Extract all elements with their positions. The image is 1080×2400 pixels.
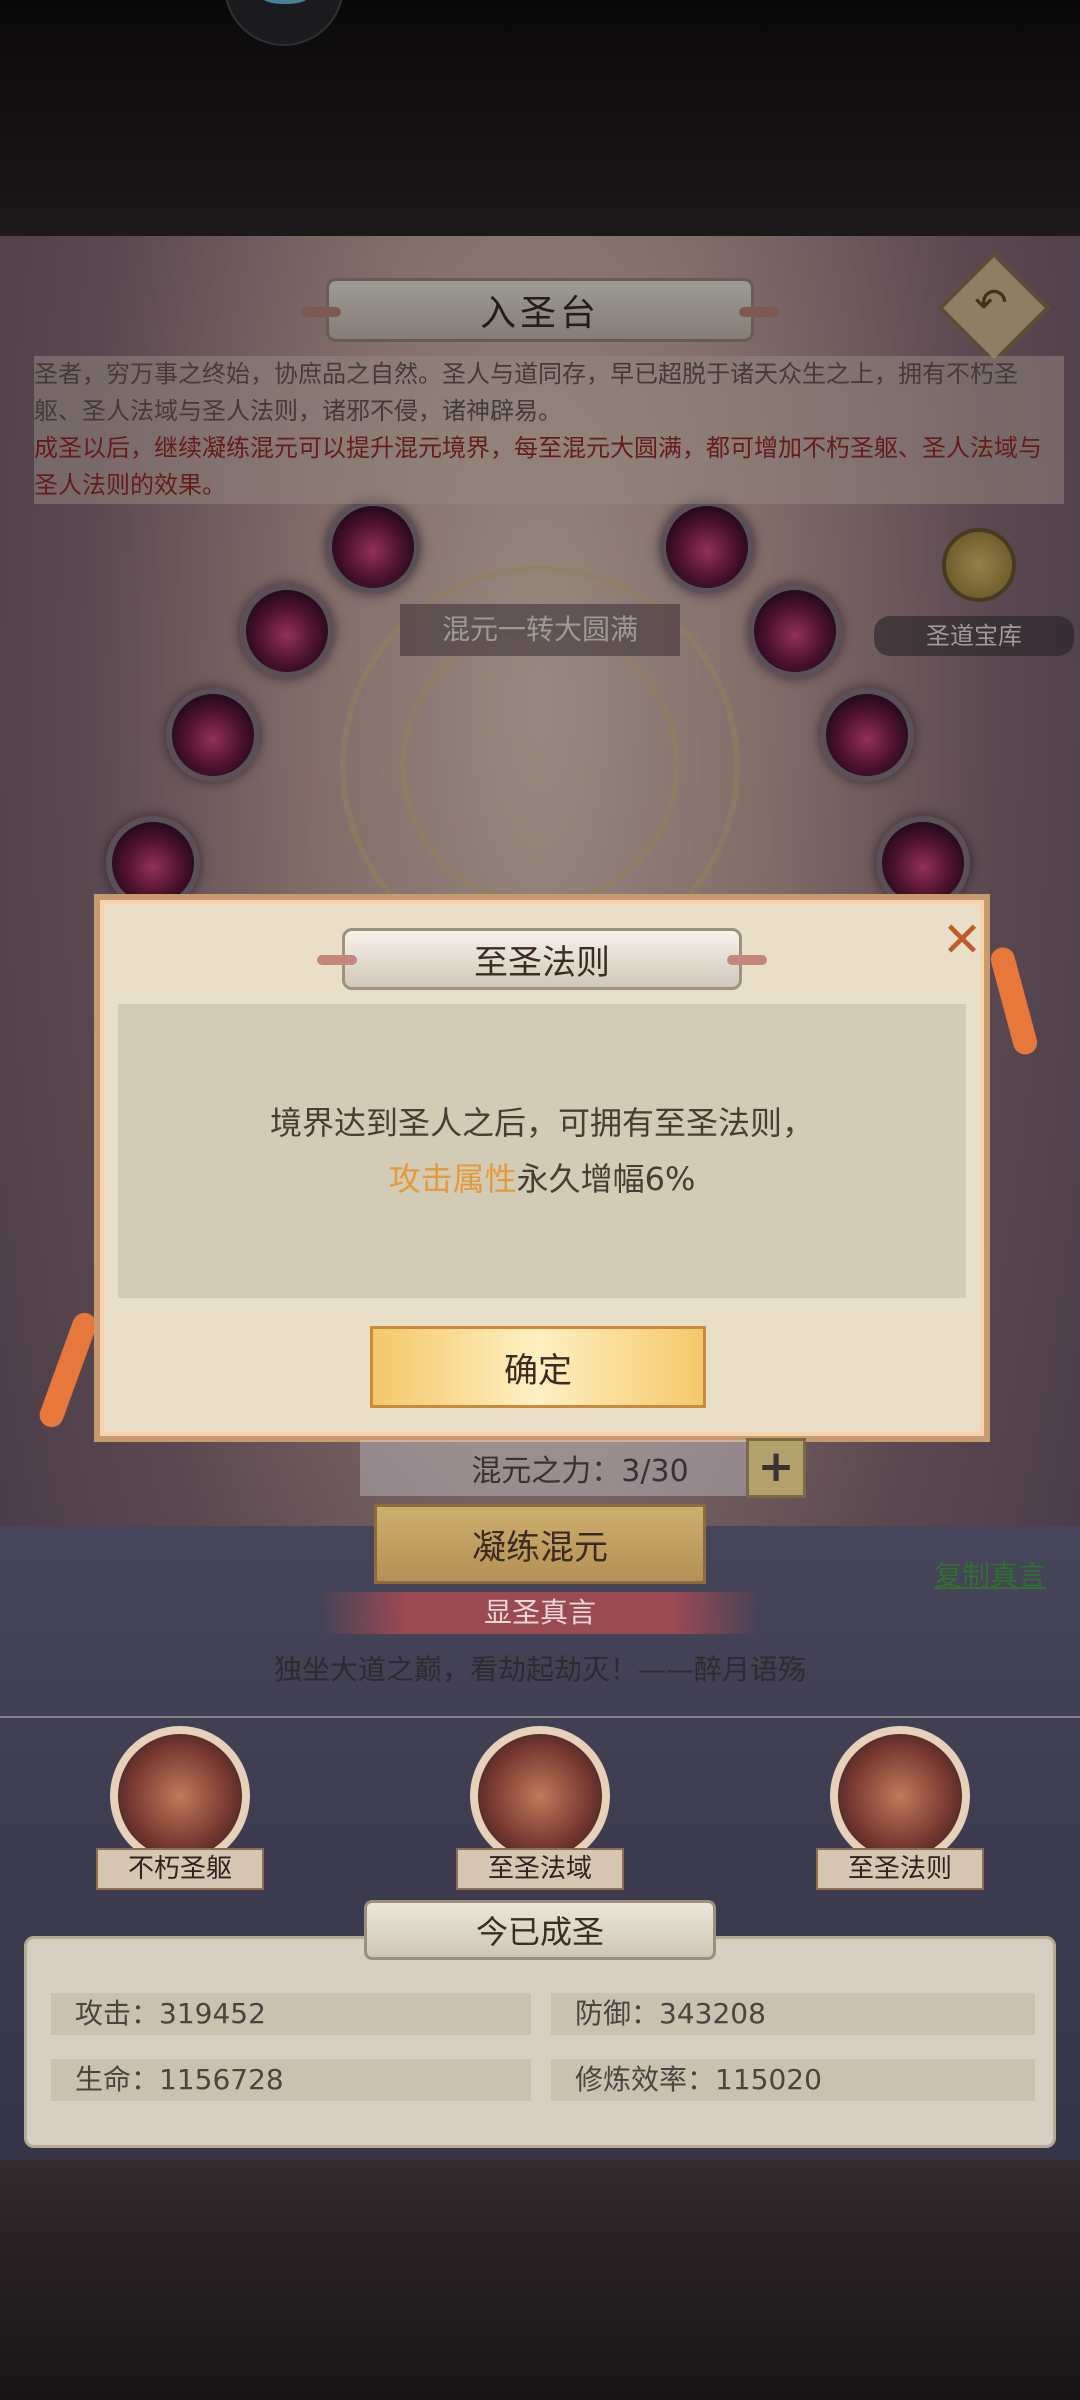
stat-defense: 防御：343208: [551, 1993, 1035, 2035]
confirm-label: 确定: [504, 1350, 572, 1391]
stat-attack: 攻击：319452: [51, 1993, 531, 2035]
status-text: 今已成圣: [475, 1913, 604, 1951]
skill-label: 不朽圣躯: [96, 1848, 264, 1890]
dialog-body-line: 攻击属性永久增幅6%: [389, 1151, 696, 1207]
status-banner: 今已成圣: [364, 1900, 716, 1960]
close-icon[interactable]: ✕: [938, 916, 986, 964]
refine-label: 凝练混元: [472, 1527, 608, 1568]
stats-panel: 攻击：319452 防御：343208 生命：1156728 修炼效率：1150…: [24, 1936, 1056, 2148]
bottom-decoration: [0, 2160, 1080, 2400]
immortal-body-icon: [110, 1726, 250, 1866]
skill-sacred-domain[interactable]: 至圣法域: [450, 1726, 630, 1896]
skill-immortal-body[interactable]: 不朽圣躯: [90, 1726, 270, 1896]
divider: [0, 1716, 1080, 1718]
copy-truth-link[interactable]: 复制真言: [934, 1554, 1046, 1594]
power-counter: 混元之力：3/30: [360, 1440, 800, 1496]
dialog-body-line: 境界达到圣人之后，可拥有至圣法则，: [269, 1104, 814, 1142]
dialog-highlight: 攻击属性: [388, 1160, 517, 1198]
dialog-body-rest: 永久增幅6%: [516, 1160, 696, 1198]
truth-quote: 独坐大道之巅，看劫起劫灭！——醉月语殇: [273, 1653, 806, 1686]
dialog-title: 至圣法则: [317, 928, 767, 990]
add-power-button[interactable]: +: [746, 1438, 806, 1498]
truth-banner: 显圣真言: [320, 1592, 760, 1634]
rule-dialog: 至圣法则 ✕ 境界达到圣人之后，可拥有至圣法则， 攻击属性永久增幅6% 确定: [94, 894, 990, 1442]
skill-label: 至圣法域: [456, 1848, 624, 1890]
stat-efficiency: 修炼效率：115020: [551, 2059, 1035, 2101]
skill-sacred-rule[interactable]: 至圣法则: [810, 1726, 990, 1896]
sacred-rule-icon: [830, 1726, 970, 1866]
dialog-title-text: 至圣法则: [474, 942, 610, 983]
stat-hp: 生命：1156728: [51, 2059, 531, 2101]
dialog-body: 境界达到圣人之后，可拥有至圣法则， 攻击属性永久增幅6%: [118, 1004, 966, 1298]
refine-button[interactable]: 凝练混元: [374, 1504, 706, 1584]
skill-label: 至圣法则: [816, 1848, 984, 1890]
sacred-domain-icon: [470, 1726, 610, 1866]
power-label: 混元之力：3/30: [471, 1454, 689, 1489]
confirm-button[interactable]: 确定: [370, 1326, 706, 1408]
